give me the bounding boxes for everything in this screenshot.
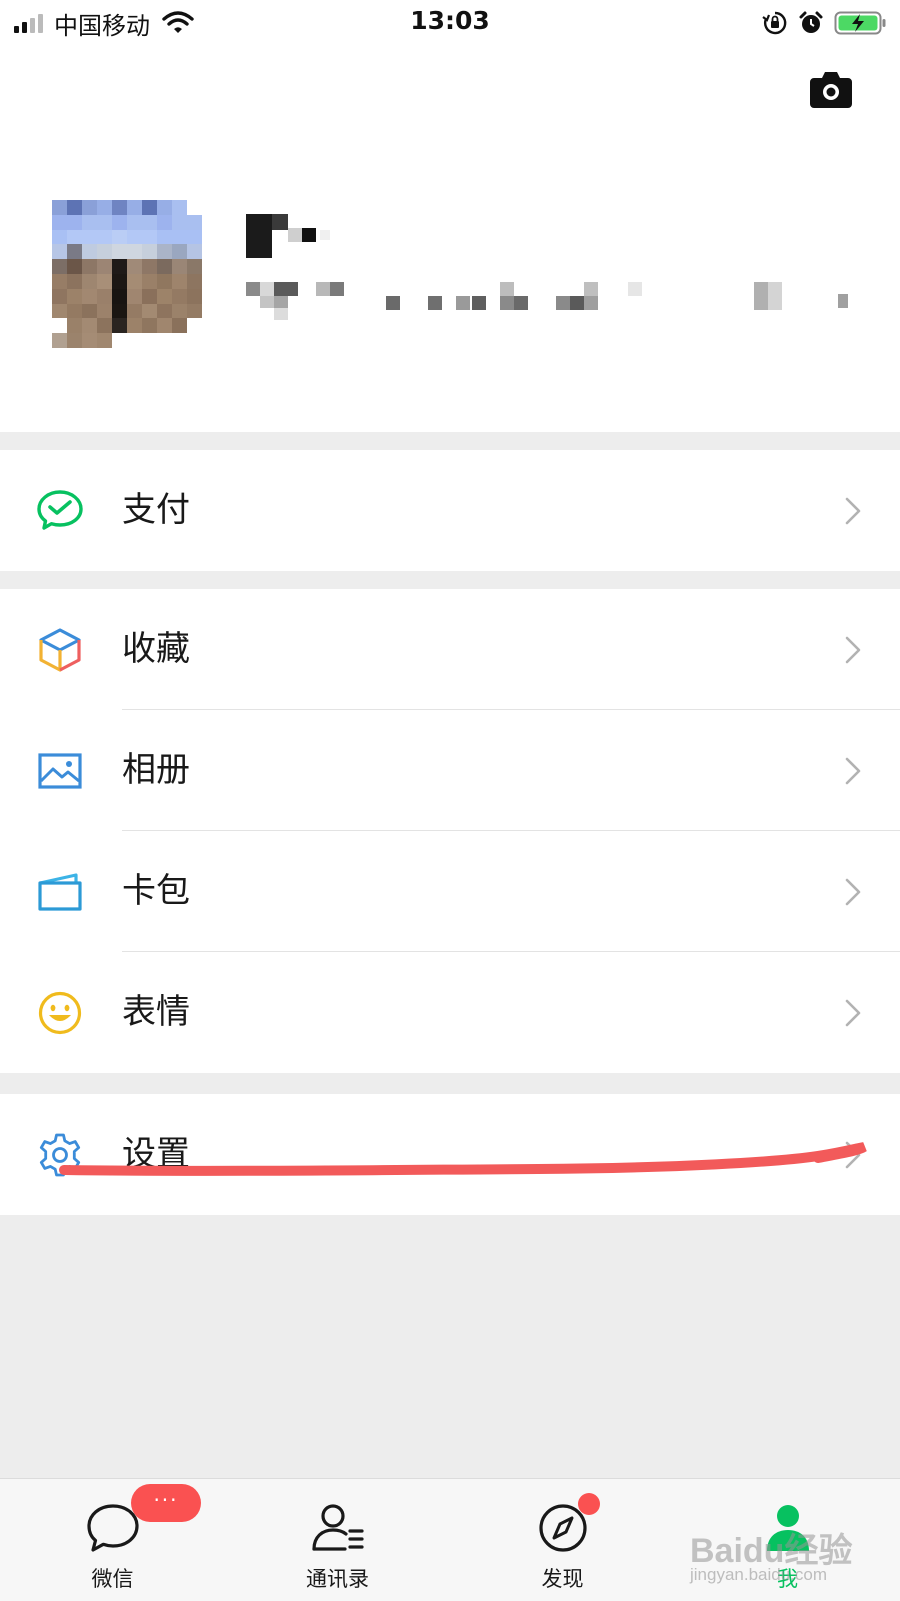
tab-label: 通讯录 [306,1567,369,1591]
tab-label: 微信 [91,1567,134,1591]
menu-item-pay[interactable]: 支付 [0,450,900,571]
chevron-right-icon [845,999,861,1027]
baidu-watermark: Baidu经验 jingyan.baidu.com [690,1523,880,1593]
tab-label: 发现 [541,1567,584,1591]
notification-dot [578,1493,600,1515]
contacts-icon [311,1504,364,1551]
menu-item-favorites[interactable]: 收藏 [0,589,900,710]
menu-item-sticker[interactable]: 表情 [0,952,900,1073]
nickname [246,214,346,258]
card-wallet-icon [38,873,82,911]
album-icon [38,753,82,789]
orientation-lock-icon [762,10,788,36]
menu-group-main: 收藏 相册 卡包 表情 [0,589,900,1073]
alarm-icon [798,10,824,36]
camera-button[interactable] [808,70,854,110]
tab-contacts[interactable]: 通讯录 [225,1479,450,1601]
chevron-right-icon [845,497,861,525]
profile-header[interactable] [0,46,900,432]
menu-item-card-wallet[interactable]: 卡包 [0,831,900,952]
pay-icon [37,490,83,530]
tab-discover[interactable]: 发现 [450,1479,675,1601]
status-bar: 中国移动 13:03 [0,0,900,46]
wechat-id [246,282,866,322]
menu-item-label: 支付 [122,490,190,530]
menu-item-label: 相册 [122,750,190,790]
menu-item-label: 卡包 [122,871,190,911]
status-right [752,8,888,38]
red-underline-annotation [59,1142,867,1176]
menu-item-album[interactable]: 相册 [0,710,900,831]
watermark-url: jingyan.baidu.com [690,1565,828,1584]
tab-bar: 微信 ··· 通讯录 发现 我 Baidu经验 jingyan.baidu.co… [0,1478,900,1601]
chevron-right-icon [845,757,861,785]
camera-icon [810,72,852,108]
battery-charging-icon [834,10,888,36]
menu-item-label: 表情 [122,992,190,1032]
chevron-right-icon [845,636,861,664]
avatar[interactable] [52,200,202,348]
unread-badge: ··· [131,1484,201,1522]
menu-item-label: 收藏 [122,629,190,669]
sticker-icon [38,991,82,1035]
menu-group-pay: 支付 [0,450,900,571]
chevron-right-icon [845,878,861,906]
favorites-icon [39,628,81,672]
